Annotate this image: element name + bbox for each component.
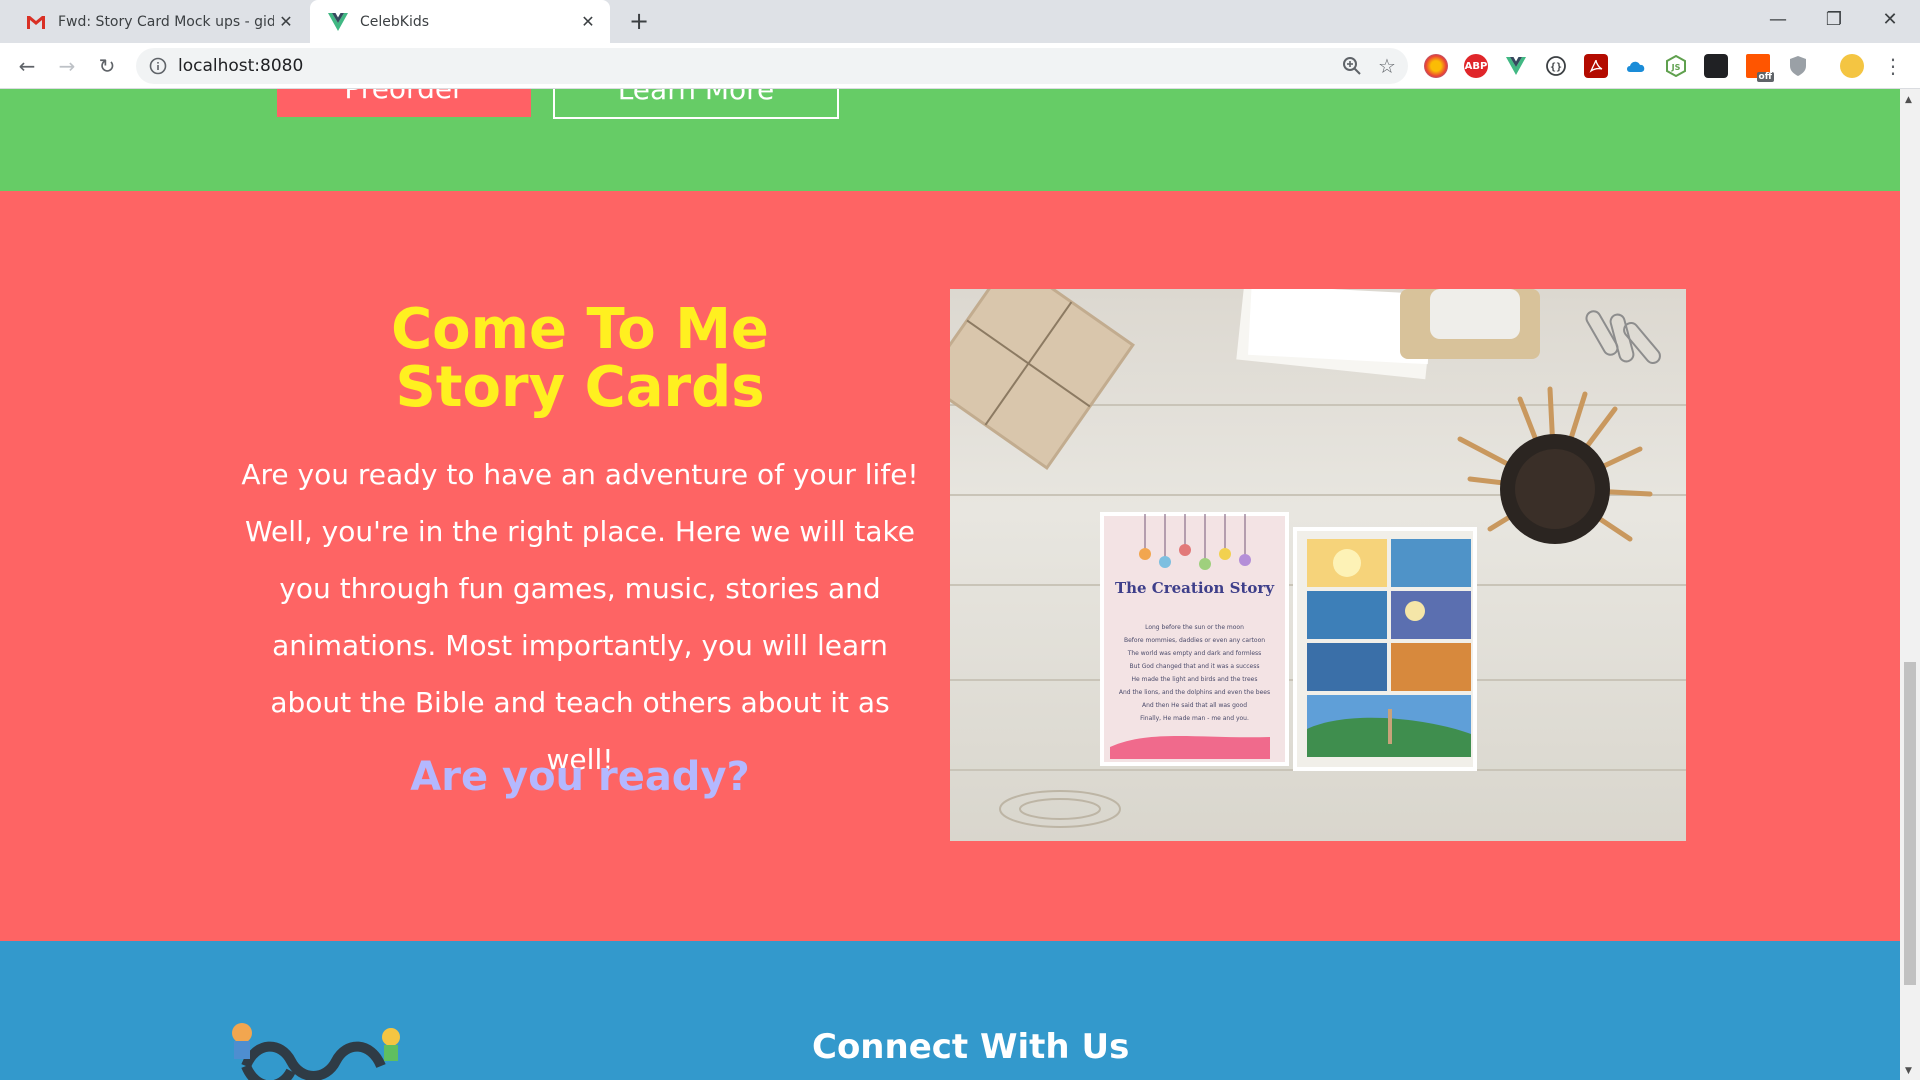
reload-icon[interactable]: ↻ <box>92 51 122 81</box>
celebkids-logo[interactable] <box>226 1021 406 1080</box>
tab-label: CelebKids <box>360 13 430 30</box>
pdf-icon[interactable] <box>1584 54 1608 78</box>
off-badge: off <box>1756 72 1774 82</box>
story-description: Are you ready to have an adventure of yo… <box>241 458 919 776</box>
menu-dots-icon[interactable]: ⋮ <box>1878 51 1908 81</box>
close-window-icon[interactable]: ✕ <box>1862 0 1918 38</box>
off-toggle-icon[interactable]: off <box>1746 54 1774 82</box>
story-card-mockup-image: The Creation Story Long before the sun o… <box>950 289 1686 841</box>
are-you-ready-heading: Are you ready? <box>410 754 750 800</box>
bookmark-star-icon[interactable]: ☆ <box>1374 53 1400 79</box>
minimize-icon[interactable]: — <box>1750 0 1806 38</box>
scroll-up-arrow-icon[interactable]: ▲ <box>1905 95 1912 105</box>
card-line: He made the light and birds and the tree… <box>1131 676 1258 683</box>
vue-icon <box>326 10 350 34</box>
scroll-down-arrow-icon[interactable]: ▼ <box>1905 1066 1912 1076</box>
address-bar[interactable]: localhost:8080 ☆ <box>136 48 1408 84</box>
close-tab-icon[interactable]: ✕ <box>274 10 298 34</box>
desk-props-illustration <box>950 289 1661 828</box>
card-line: But God changed that and it was a succes… <box>1129 663 1260 670</box>
zoom-icon[interactable] <box>1340 54 1364 78</box>
gmail-icon <box>24 10 48 34</box>
tab-celebkids[interactable]: CelebKids ✕ <box>310 0 610 43</box>
comic-panels-card <box>1293 527 1477 771</box>
card-line: Finally, He made man - me and you. <box>1140 715 1249 722</box>
card-title: The Creation Story <box>1114 579 1275 597</box>
restore-icon[interactable]: ❐ <box>1806 0 1862 38</box>
story-title-line1: Come To Me <box>391 297 769 362</box>
terminal-icon[interactable] <box>1704 54 1728 78</box>
shield-icon[interactable] <box>1786 54 1810 78</box>
card-line: And the lions, and the dolphins and even… <box>1118 689 1271 696</box>
adblock-plus-icon[interactable]: ABP <box>1464 54 1488 78</box>
tab-label: Fwd: Story Card Mock ups - gide <box>58 13 274 30</box>
pencil-cup <box>1457 386 1653 544</box>
adblock-label: ABP <box>1464 60 1488 72</box>
tape-dispenser <box>1400 289 1540 359</box>
card-line: Before mommies, daddies or even any cart… <box>1123 637 1266 644</box>
learn-more-button[interactable]: Learn More <box>553 89 839 119</box>
svg-text:JS: JS <box>1671 63 1681 72</box>
paper-clips <box>1585 310 1661 365</box>
avatar[interactable] <box>1840 54 1864 78</box>
preorder-button[interactable]: Preorder <box>277 89 531 117</box>
cloud-icon[interactable] <box>1624 54 1648 78</box>
tab-gmail[interactable]: Fwd: Story Card Mock ups - gide ✕ <box>0 0 308 43</box>
json-viewer-icon[interactable]: {} <box>1544 54 1568 78</box>
vue-devtools-icon[interactable] <box>1504 54 1528 78</box>
card-line: And then He said that all was good <box>1141 702 1248 709</box>
browser-toolbar: ← → ↻ localhost:8080 ☆ ABP {} JS off ⋮ <box>0 43 1920 89</box>
svg-text:{}: {} <box>1550 62 1562 73</box>
close-tab-icon[interactable]: ✕ <box>576 10 600 34</box>
connect-with-us-heading: Connect With Us <box>812 1027 1130 1067</box>
new-tab-button[interactable]: + <box>624 6 654 36</box>
forward-arrow-icon[interactable]: → <box>52 51 82 81</box>
card-poem: Long before the sun or the moon Before m… <box>1106 621 1283 725</box>
vertical-scrollbar[interactable]: ▲ ▼ <box>1900 89 1920 1080</box>
scrollbar-thumb[interactable] <box>1904 662 1916 985</box>
tab-strip: Fwd: Story Card Mock ups - gide ✕ CelebK… <box>0 0 1920 43</box>
story-title-line2: Story Cards <box>395 355 765 420</box>
story-cards-section: Come To Me Story Cards Are you ready to … <box>0 191 1900 941</box>
url-text[interactable]: localhost:8080 <box>178 48 303 84</box>
card-line: The world was empty and dark and formles… <box>1127 650 1262 657</box>
back-arrow-icon[interactable]: ← <box>12 51 42 81</box>
nodejs-icon[interactable]: JS <box>1664 54 1688 78</box>
page-viewport: Preorder Learn More Come To Me Story Car… <box>0 89 1900 1080</box>
footer-section: Connect With Us <box>0 941 1900 1080</box>
hero-section: Preorder Learn More <box>0 89 1900 191</box>
parcel-box <box>950 289 1135 470</box>
card-line: Long before the sun or the moon <box>1145 624 1244 631</box>
info-icon[interactable] <box>148 56 168 76</box>
story-title: Come To Me Story Cards <box>240 301 920 417</box>
chrome-extension-icon[interactable] <box>1424 54 1448 78</box>
